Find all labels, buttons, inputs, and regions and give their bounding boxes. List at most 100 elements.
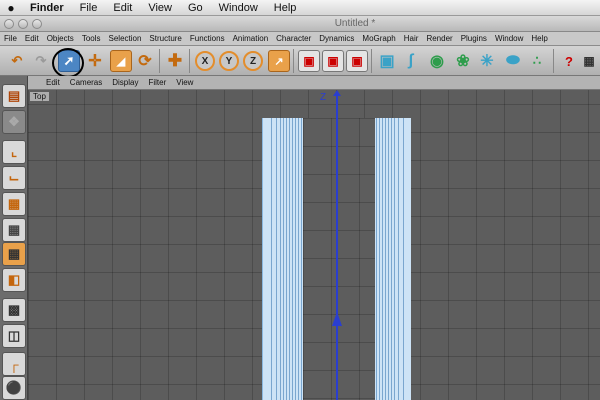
layout-icon[interactable]: ▦ xyxy=(578,50,600,72)
mesh-edge-line xyxy=(391,118,392,400)
app-menu-mograph[interactable]: MoGraph xyxy=(358,34,399,43)
toolbar-separator xyxy=(371,49,372,73)
viewport-menu-cameras[interactable]: Cameras xyxy=(65,78,107,87)
x-axis-lock-button[interactable]: X xyxy=(195,51,215,71)
mesh-edge-line xyxy=(388,118,389,400)
mesh-edge-line xyxy=(286,118,287,400)
edges-mode-icon[interactable]: ◧ xyxy=(2,268,26,292)
viewport-name-label: Top xyxy=(30,92,49,101)
top-viewport[interactable]: Edit Cameras Display Filter View Top Z xyxy=(28,76,600,400)
app-menu-functions[interactable]: Functions xyxy=(186,34,229,43)
points-mode-icon[interactable]: ▦ xyxy=(2,242,26,266)
mesh-edge-line xyxy=(280,118,281,400)
texture-mode-icon[interactable]: ▦ xyxy=(2,192,26,216)
app-menu-objects[interactable]: Objects xyxy=(43,34,78,43)
use-object-tool-icon[interactable]: ⌞ xyxy=(2,140,26,164)
mograph-icon[interactable]: ∴ xyxy=(526,50,548,72)
paint-mode-icon[interactable]: ⚫ xyxy=(2,376,26,400)
tweak-mode-icon[interactable]: ┌ xyxy=(2,352,26,376)
z-axis-label: Z xyxy=(320,92,327,103)
mesh-edge-line xyxy=(379,118,380,400)
highlight-circle-annotation xyxy=(52,48,84,78)
left-tool-palette: ▤ ❖ ⌞ ⌙ ▦ ▦ ▦ ◧ ▩ ◫ ┌ ⚫ xyxy=(0,76,28,400)
y-axis-lock-button[interactable]: Y xyxy=(219,51,239,71)
spline-icon[interactable]: ∫ xyxy=(400,50,422,72)
mesh-edge-line xyxy=(295,118,296,400)
mac-menu-file[interactable]: File xyxy=(72,2,106,14)
mesh-edge-line xyxy=(382,118,383,400)
mac-menu-window[interactable]: Window xyxy=(211,2,266,14)
app-menu-window[interactable]: Window xyxy=(491,34,527,43)
mac-menu-finder[interactable]: Finder xyxy=(22,2,72,14)
coordinate-system-icon[interactable]: ↗ xyxy=(268,50,290,72)
mesh-edge-line xyxy=(276,118,277,400)
app-menu-hair[interactable]: Hair xyxy=(400,34,423,43)
app-menu-file[interactable]: File xyxy=(0,34,21,43)
mac-menu-edit[interactable]: Edit xyxy=(105,2,140,14)
nurbs-icon[interactable]: ◉ xyxy=(426,50,448,72)
toolbar-separator xyxy=(189,49,190,73)
recent-tool-icon[interactable]: ✚ xyxy=(164,50,186,72)
mac-menu-go[interactable]: Go xyxy=(180,2,211,14)
render-settings-icon[interactable]: ▣ xyxy=(346,50,368,72)
app-menu-structure[interactable]: Structure xyxy=(145,34,185,43)
use-axis-tool-icon[interactable]: ⌙ xyxy=(2,166,26,190)
viewport-menu-display[interactable]: Display xyxy=(107,78,143,87)
uv-mode-icon[interactable]: ◫ xyxy=(2,324,26,348)
cube-primitive-icon[interactable]: ▣ xyxy=(376,50,398,72)
main-toolbar: ↶ ↷ ➚ ✛ ◢ ⟳ ✚ X Y Z ↗ ▣ ▣ ▣ ▣ ∫ ◉ ❀ ✳ ⬬ … xyxy=(0,46,600,76)
mesh-edge-line xyxy=(283,118,284,400)
app-menu-help[interactable]: Help xyxy=(527,34,551,43)
render-picture-viewer-icon[interactable]: ▣ xyxy=(322,50,344,72)
app-menu-render[interactable]: Render xyxy=(422,34,456,43)
render-view-icon[interactable]: ▣ xyxy=(298,50,320,72)
app-menu-character[interactable]: Character xyxy=(272,34,315,43)
app-menu-tools[interactable]: Tools xyxy=(78,34,105,43)
mesh-gap-grid xyxy=(303,118,375,400)
viewport-menu-edit[interactable]: Edit xyxy=(28,78,65,87)
polygons-mode-icon[interactable]: ▩ xyxy=(2,298,26,322)
mesh-edge-line xyxy=(394,118,395,400)
scale-tool-icon[interactable]: ◢ xyxy=(110,50,132,72)
toolbar-separator xyxy=(293,49,294,73)
object-mode-icon[interactable]: ❖ xyxy=(2,110,26,134)
mesh-edge-line xyxy=(376,118,377,400)
mac-menu-bar: ● Finder File Edit View Go Window Help xyxy=(0,0,600,16)
app-menu-bar: File Edit Objects Tools Selection Struct… xyxy=(0,32,600,46)
app-menu-dynamics[interactable]: Dynamics xyxy=(315,34,358,43)
window-title-bar: Untitled * xyxy=(0,16,600,32)
toolbar-separator xyxy=(159,49,160,73)
redo-icon[interactable]: ↷ xyxy=(30,50,52,72)
mesh-edge-line xyxy=(292,118,293,400)
mac-menu-view[interactable]: View xyxy=(140,2,180,14)
app-menu-animation[interactable]: Animation xyxy=(229,34,273,43)
app-menu-plugins[interactable]: Plugins xyxy=(457,34,491,43)
z-axis-arrowhead xyxy=(333,90,341,96)
viewport-menu-bar: Edit Cameras Display Filter View xyxy=(28,76,600,90)
mesh-edge-line xyxy=(385,118,386,400)
undo-icon[interactable]: ↶ xyxy=(6,50,28,72)
workplane-icon[interactable]: ▦ xyxy=(2,218,26,242)
object-axis-handle[interactable] xyxy=(332,312,342,326)
app-menu-edit[interactable]: Edit xyxy=(21,34,43,43)
move-tool-icon[interactable]: ✛ xyxy=(84,50,106,72)
mesh-edge-line xyxy=(298,118,299,400)
z-axis-line xyxy=(336,92,338,400)
mac-menu-help[interactable]: Help xyxy=(266,2,305,14)
mesh-edge-line xyxy=(301,118,302,400)
mesh-edge-line xyxy=(289,118,290,400)
deformer-icon[interactable]: ✳ xyxy=(476,50,498,72)
viewport-menu-view[interactable]: View xyxy=(171,78,198,87)
z-axis-lock-button[interactable]: Z xyxy=(243,51,263,71)
array-icon[interactable]: ❀ xyxy=(452,50,474,72)
toolbar-separator xyxy=(553,49,554,73)
rotate-tool-icon[interactable]: ⟳ xyxy=(134,50,156,72)
app-menu-selection[interactable]: Selection xyxy=(105,34,146,43)
mesh-edge-line xyxy=(271,118,272,400)
window-title: Untitled * xyxy=(334,18,376,29)
scene-object-icon[interactable]: ⬬ xyxy=(502,50,524,72)
help-icon[interactable]: ? xyxy=(558,50,580,72)
apple-menu-icon[interactable]: ● xyxy=(0,1,22,15)
viewport-menu-filter[interactable]: Filter xyxy=(143,78,171,87)
model-mode-icon[interactable]: ▤ xyxy=(2,84,26,108)
